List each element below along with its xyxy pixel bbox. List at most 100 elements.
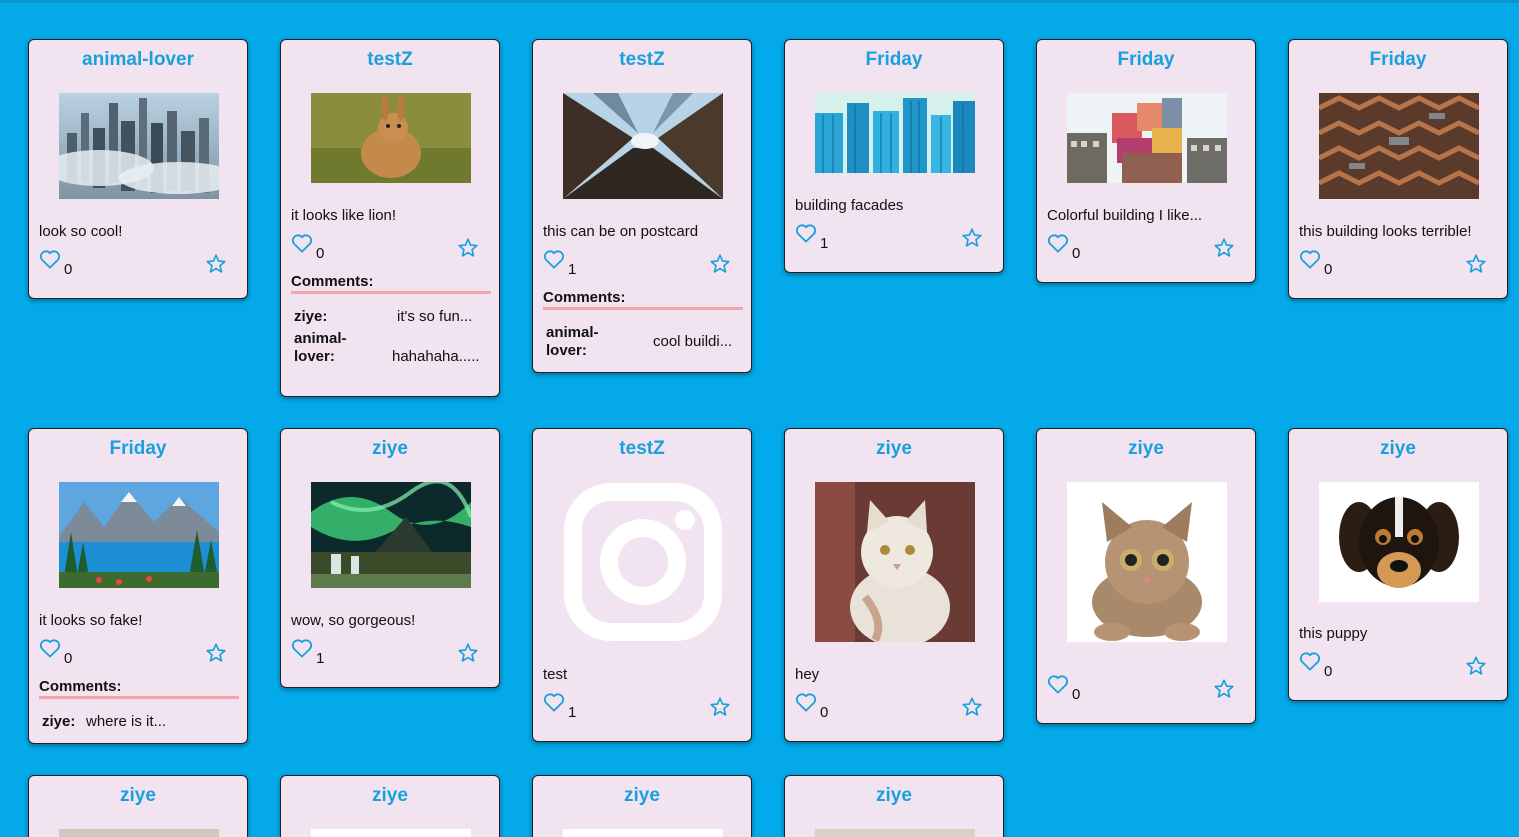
post-image[interactable]: [59, 829, 219, 837]
post-caption: test: [543, 666, 568, 683]
comments-divider: [543, 307, 743, 310]
heart-outline-icon[interactable]: [795, 223, 817, 248]
star-outline-icon[interactable]: [205, 253, 227, 280]
post-author[interactable]: ziye: [1289, 438, 1507, 460]
post-card: ziye: [280, 775, 500, 837]
post-author[interactable]: Friday: [1037, 49, 1255, 71]
post-image-rabbit[interactable]: [311, 93, 471, 183]
comment-user[interactable]: animal-lover:: [294, 330, 364, 366]
post-caption: Colorful building I like...: [1047, 207, 1203, 224]
like-section: 0: [1299, 249, 1332, 278]
post-author[interactable]: ziye: [533, 785, 751, 807]
post-author[interactable]: ziye: [281, 438, 499, 460]
heart-outline-icon[interactable]: [291, 233, 313, 258]
heart-outline-icon[interactable]: [1047, 674, 1069, 699]
post-author[interactable]: animal-lover: [29, 49, 247, 71]
post-caption: this puppy: [1299, 625, 1368, 642]
heart-outline-icon[interactable]: [39, 249, 61, 274]
star-outline-icon[interactable]: [457, 237, 479, 264]
post-card: ziye: [532, 775, 752, 837]
post-image-white-cat[interactable]: [815, 482, 975, 642]
instagram-placeholder-icon[interactable]: [563, 482, 723, 642]
comment-row: ziye: it's so fun...: [294, 308, 491, 328]
star-outline-icon[interactable]: [1465, 253, 1487, 280]
comments-title: Comments:: [543, 289, 626, 306]
post-image-building-facades[interactable]: [815, 93, 975, 173]
post-image-city-fog[interactable]: [59, 93, 219, 199]
like-section: 1: [291, 638, 324, 667]
star-outline-icon[interactable]: [1465, 655, 1487, 682]
post-card: ziye wow, so gorgeous! 1: [280, 428, 500, 688]
post-author[interactable]: ziye: [785, 785, 1003, 807]
heart-outline-icon[interactable]: [543, 692, 565, 717]
heart-outline-icon[interactable]: [291, 638, 313, 663]
post-card: Friday this building looks terrible! 0: [1288, 39, 1508, 299]
like-count: 0: [1072, 686, 1081, 703]
heart-outline-icon[interactable]: [39, 638, 61, 663]
comment-text: cool buildi...: [653, 333, 733, 350]
comments-divider: [291, 291, 491, 294]
post-card: testZ test 1: [532, 428, 752, 742]
post-author[interactable]: Friday: [1289, 49, 1507, 71]
post-image-colorful-building[interactable]: [1067, 93, 1227, 183]
star-outline-icon[interactable]: [205, 642, 227, 669]
post-card: Friday building facades 1: [784, 39, 1004, 273]
star-outline-icon[interactable]: [709, 696, 731, 723]
post-caption: wow, so gorgeous!: [291, 612, 416, 629]
heart-outline-icon[interactable]: [1299, 249, 1321, 274]
like-section: 0: [1047, 233, 1080, 262]
like-count: 0: [316, 245, 325, 262]
post-image[interactable]: [311, 829, 471, 837]
comment-user[interactable]: animal-lover:: [546, 324, 616, 360]
heart-outline-icon[interactable]: [1299, 651, 1321, 676]
post-author[interactable]: ziye: [29, 785, 247, 807]
post-card: ziye hey 0: [784, 428, 1004, 742]
like-count: 0: [1324, 261, 1333, 278]
post-image[interactable]: [815, 829, 975, 837]
star-outline-icon[interactable]: [961, 696, 983, 723]
heart-outline-icon[interactable]: [543, 249, 565, 274]
post-card: ziye: [28, 775, 248, 837]
post-image-puppy[interactable]: [1319, 482, 1479, 602]
like-count: 0: [1072, 245, 1081, 262]
post-image[interactable]: [563, 829, 723, 837]
heart-outline-icon[interactable]: [1047, 233, 1069, 258]
comment-user[interactable]: ziye:: [42, 713, 75, 730]
like-section: 0: [1047, 674, 1080, 703]
comment-user[interactable]: ziye:: [294, 308, 327, 325]
post-author[interactable]: Friday: [29, 438, 247, 460]
star-outline-icon[interactable]: [961, 227, 983, 254]
post-caption: this building looks terrible!: [1299, 223, 1472, 240]
comment-text: it's so fun...: [397, 308, 473, 325]
comment-text: hahahaha.....: [392, 348, 480, 365]
comment-row: ziye: where is it...: [42, 713, 239, 733]
post-card: animal-lover look so cool! 0: [28, 39, 248, 299]
post-image-tabby-cat[interactable]: [1067, 482, 1227, 642]
heart-outline-icon[interactable]: [795, 692, 817, 717]
post-image-mountain-lake[interactable]: [59, 482, 219, 588]
post-author[interactable]: testZ: [281, 49, 499, 71]
like-count: 0: [1324, 663, 1333, 680]
post-author[interactable]: Friday: [785, 49, 1003, 71]
like-section: 1: [543, 692, 576, 721]
post-author[interactable]: testZ: [533, 49, 751, 71]
post-caption: it looks like lion!: [291, 207, 397, 224]
like-section: 0: [39, 249, 72, 278]
post-author[interactable]: ziye: [281, 785, 499, 807]
post-image-aurora[interactable]: [311, 482, 471, 588]
post-author[interactable]: ziye: [785, 438, 1003, 460]
post-author[interactable]: ziye: [1037, 438, 1255, 460]
star-outline-icon[interactable]: [457, 642, 479, 669]
post-caption: it looks so fake!: [39, 612, 143, 629]
star-outline-icon[interactable]: [709, 253, 731, 280]
like-section: 1: [543, 249, 576, 278]
star-outline-icon[interactable]: [1213, 237, 1235, 264]
post-card: ziye: [784, 775, 1004, 837]
like-section: 0: [39, 638, 72, 667]
post-image-vessel-building[interactable]: [1319, 93, 1479, 199]
star-outline-icon[interactable]: [1213, 678, 1235, 705]
post-image-skyscrapers[interactable]: [563, 93, 723, 199]
post-author[interactable]: testZ: [533, 438, 751, 460]
comments-divider: [39, 696, 239, 699]
like-count: 0: [64, 650, 73, 667]
